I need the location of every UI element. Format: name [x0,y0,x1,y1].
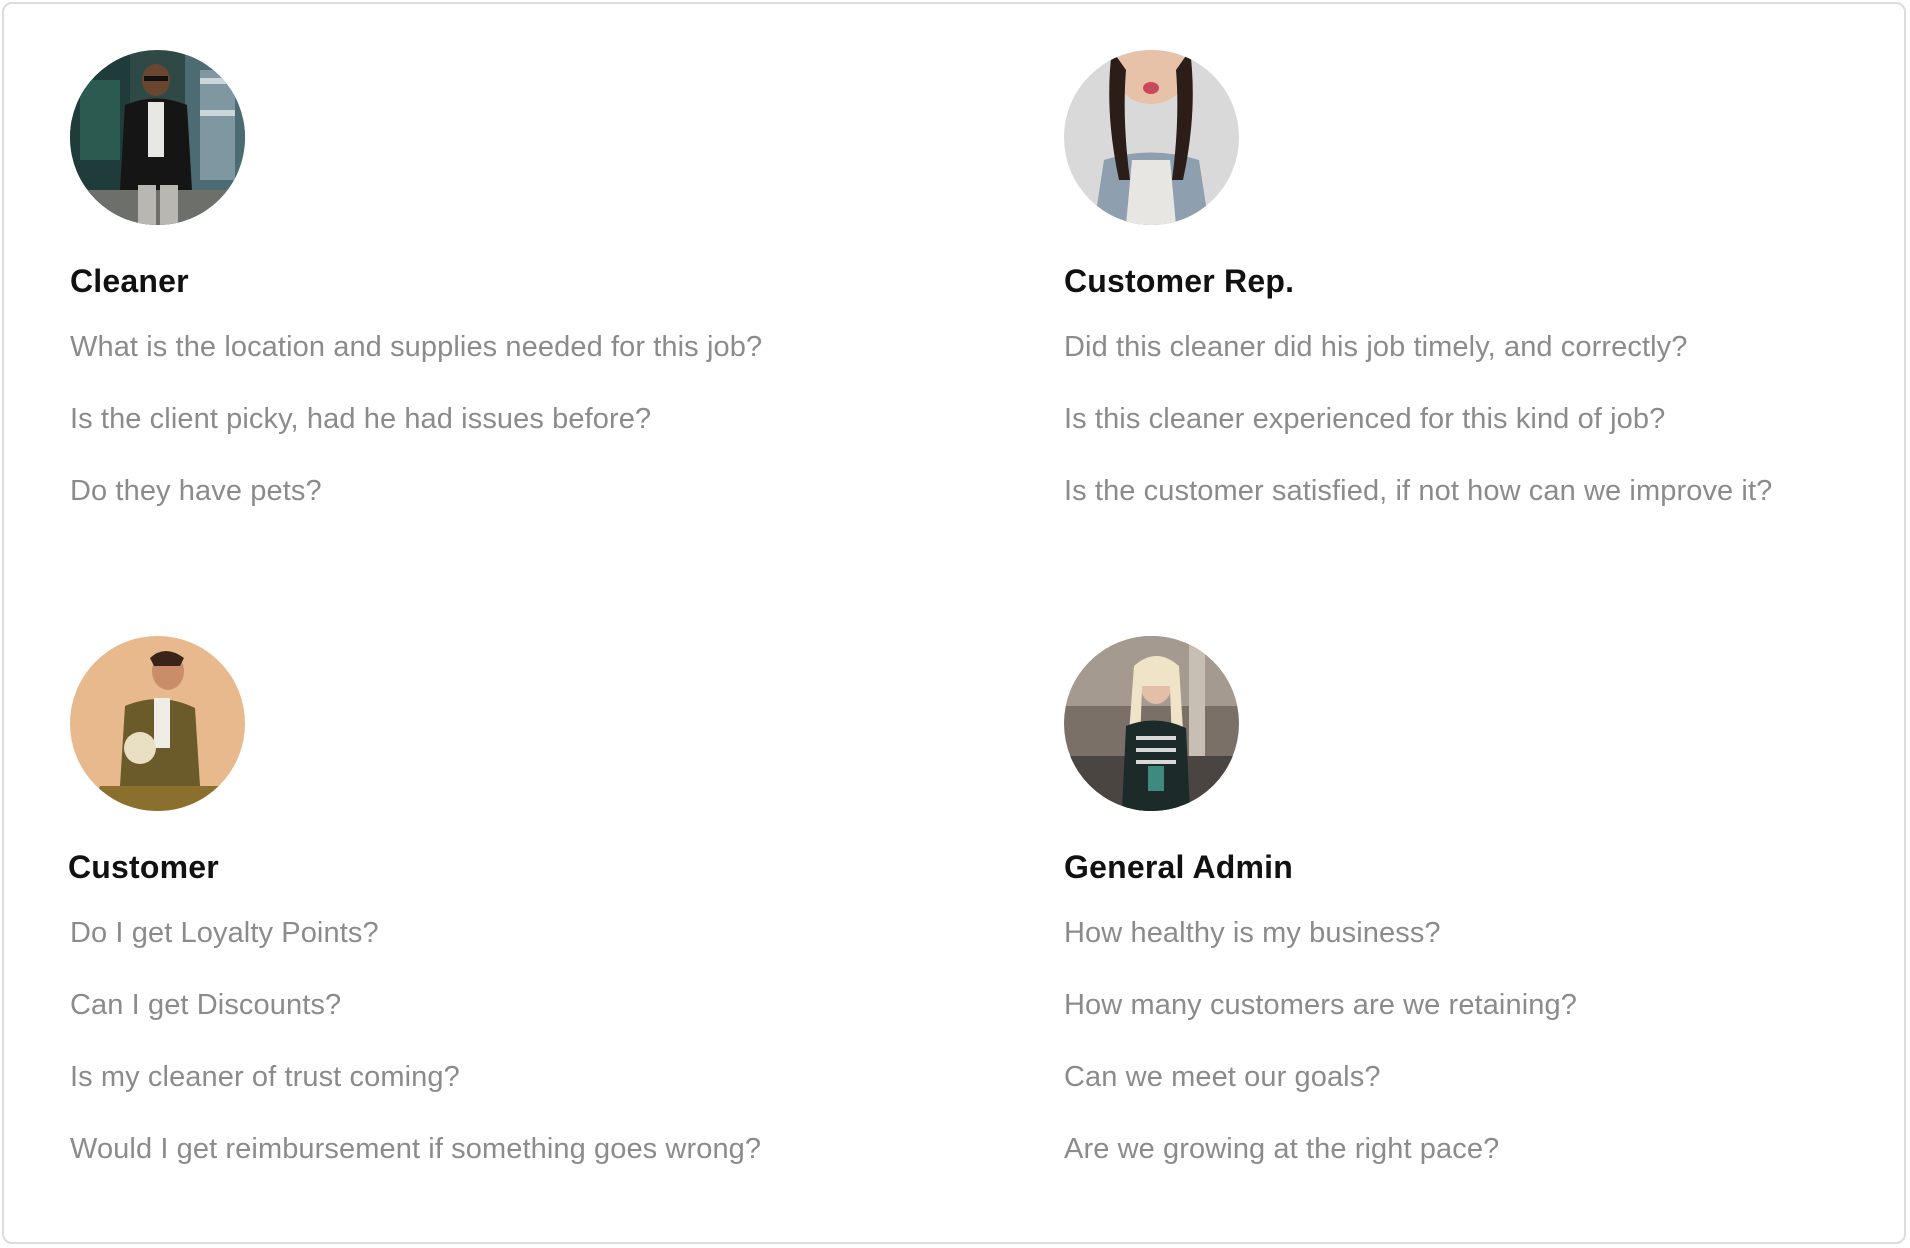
question-list: How healthy is my business? How many cus… [1064,915,1910,1167]
persona-panel: Cleaner What is the location and supplie… [2,2,1906,1244]
question-item: What is the location and supplies needed… [70,331,763,363]
role-title: General Admin [1064,849,1294,885]
role-title: Customer Rep. [1064,263,1295,299]
question-item: Is this cleaner experienced for this kin… [1064,403,1666,435]
question-list: What is the location and supplies needed… [70,329,970,509]
persona-card-general-admin: General Admin How healthy is my business… [1064,636,1910,1203]
question-item: Is my cleaner of trust coming? [70,1061,460,1093]
question-list: Do I get Loyalty Points? Can I get Disco… [70,915,968,1167]
question-item: How many customers are we retaining? [1064,989,1577,1021]
avatar-customer [70,636,245,811]
persona-card-cleaner: Cleaner What is the location and supplie… [70,50,970,545]
avatar-customer-rep [1064,50,1239,225]
question-item: Is the customer satisfied, if not how ca… [1064,475,1773,507]
question-item: Is the client picky, had he had issues b… [70,403,652,435]
question-item: Can I get Discounts? [70,989,342,1021]
question-item: Did this cleaner did his job timely, and… [1064,331,1688,363]
question-list: Did this cleaner did his job timely, and… [1064,329,1910,509]
avatar-general-admin [1064,636,1239,811]
question-item: Do they have pets? [70,475,322,507]
question-item: Can we meet our goals? [1064,1061,1381,1093]
question-item: Do I get Loyalty Points? [70,917,379,949]
question-item: Are we growing at the right pace? [1064,1133,1500,1165]
avatar-cleaner [70,50,245,225]
question-item: Would I get reimbursement if something g… [70,1133,762,1165]
persona-card-customer-rep: Customer Rep. Did this cleaner did his j… [1064,50,1910,545]
persona-card-customer: Customer Do I get Loyalty Points? Can I … [68,636,968,1203]
role-title: Customer [68,849,219,885]
role-title: Cleaner [70,263,189,299]
question-item: How healthy is my business? [1064,917,1441,949]
